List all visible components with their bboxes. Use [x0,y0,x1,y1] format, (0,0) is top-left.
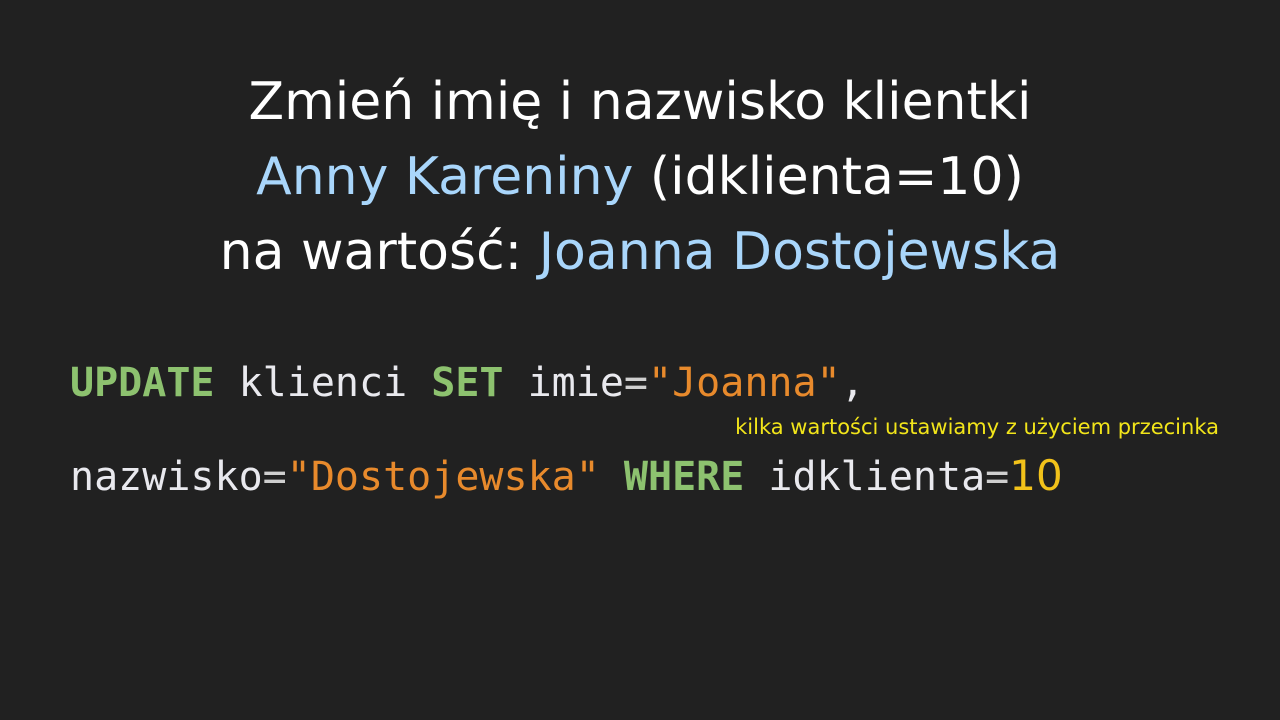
column-imie: imie [503,360,624,406]
client-name-highlight: Anny Kareniny [256,147,634,207]
table-name: klienci [214,360,432,406]
sql-line-2: nazwisko="Dostojewska" WHERE idklienta=1… [70,451,1063,502]
equals-operator: = [623,360,649,406]
title-line-3: na wartość: Joanna Dostojewska [0,214,1280,290]
title-line-1-text: Zmień imię i nazwisko klientki [248,72,1032,132]
title-line-2: Anny Kareniny (idklienta=10) [0,139,1280,215]
slide: Zmień imię i nazwisko klientki Anny Kare… [0,0,1280,720]
equals-operator: = [262,454,287,500]
new-value-highlight: Joanna Dostojewska [538,222,1061,282]
string-joanna: "Joanna" [648,360,841,406]
title-line-1: Zmień imię i nazwisko klientki [0,64,1280,140]
new-value-prefix: na wartość: [219,222,539,282]
client-id-text: (idklienta=10) [633,147,1024,207]
column-nazwisko: nazwisko [70,454,263,500]
equals-operator: = [985,454,1010,500]
keyword-where: WHERE [599,454,745,500]
keyword-update: UPDATE [70,360,215,406]
comma-separator: , [840,360,865,406]
string-dostojewska: "Dostojewska" [286,454,600,500]
number-id-value: 10 [1009,451,1063,500]
keyword-set: SET [431,360,504,406]
column-idklienta: idklienta [744,454,986,500]
sql-line-1: UPDATE klienci SET imie="Joanna", [70,358,865,408]
comma-annotation: kilka wartości ustawiamy z użyciem przec… [735,415,1219,439]
